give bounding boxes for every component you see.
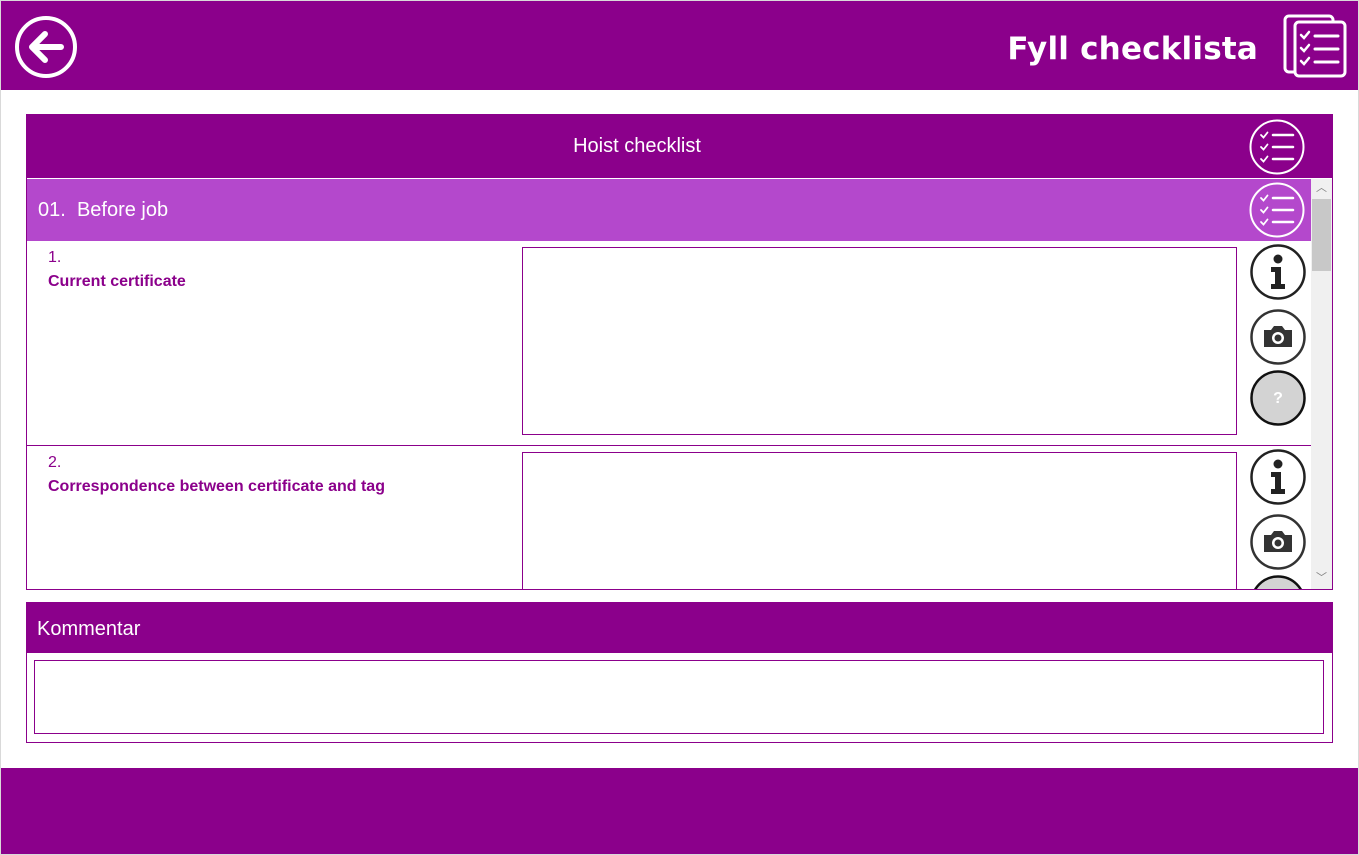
item-answer-field[interactable] [522, 452, 1237, 589]
scroll-up-icon[interactable]: ︿ [1311, 179, 1332, 197]
question-icon[interactable]: ? [1250, 370, 1306, 426]
section-header[interactable]: 01. Before job [27, 179, 1311, 241]
checklist-documents-icon [1283, 14, 1347, 78]
comment-title: Kommentar [37, 618, 141, 640]
info-icon[interactable] [1250, 449, 1306, 505]
back-arrow-icon[interactable] [14, 15, 78, 79]
comment-input[interactable] [34, 660, 1324, 734]
checklist-panel: Hoist checklist 01. Before job 1. Curren… [26, 114, 1333, 590]
checklist-list-icon[interactable] [1249, 119, 1305, 175]
question-icon[interactable] [1250, 575, 1306, 589]
checklist-scroll-area[interactable]: 01. Before job 1. Current certificate ? … [27, 179, 1332, 589]
vertical-scrollbar[interactable]: ︿ ﹀ [1311, 179, 1332, 589]
scroll-thumb[interactable] [1312, 199, 1331, 271]
checklist-header: Hoist checklist [27, 115, 1332, 178]
status-label: ? [1273, 390, 1283, 407]
checklist-title: Hoist checklist [573, 135, 701, 157]
section-name: Before job [76, 199, 169, 221]
item-label: Correspondence between certificate and t… [48, 478, 385, 495]
item-number: 2. [48, 454, 62, 471]
camera-icon[interactable] [1250, 514, 1306, 570]
page-title: Fyll checklista [1007, 31, 1258, 67]
comment-panel: Kommentar [26, 602, 1333, 743]
item-label: Current certificate [48, 273, 186, 290]
comment-header: Kommentar [27, 603, 1332, 653]
camera-icon[interactable] [1250, 309, 1306, 365]
bottom-bar [1, 768, 1358, 854]
section-number: 01. [38, 199, 66, 221]
item-answer-field[interactable] [522, 247, 1237, 435]
section-title: 01. Before job [38, 199, 168, 222]
section-list-icon[interactable] [1249, 182, 1305, 238]
scroll-down-icon[interactable]: ﹀ [1311, 569, 1332, 587]
top-bar: Fyll checklista [1, 1, 1358, 90]
info-icon[interactable] [1250, 244, 1306, 300]
checklist-item: 1. Current certificate ? [27, 241, 1311, 446]
item-number: 1. [48, 249, 62, 266]
checklist-item: 2. Correspondence between certificate an… [27, 446, 1311, 589]
